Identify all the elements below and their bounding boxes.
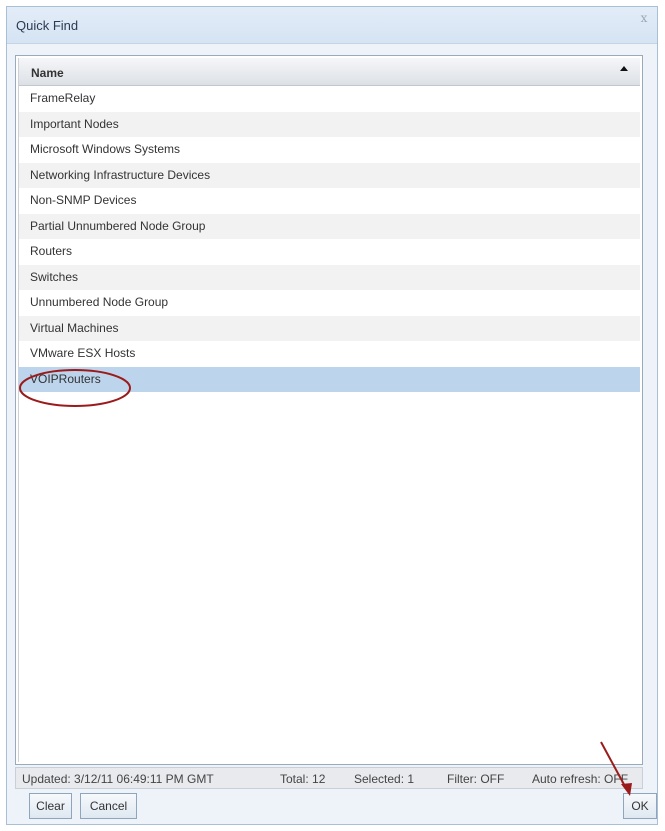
clear-button[interactable]: Clear bbox=[29, 793, 72, 819]
grid-row[interactable]: Networking Infrastructure Devices bbox=[19, 162, 640, 188]
grid-row[interactable]: FrameRelay bbox=[19, 86, 640, 112]
grid-row[interactable]: VMware ESX Hosts bbox=[19, 341, 640, 367]
grid-body: Name FrameRelay Important Nodes Microsoft … bbox=[18, 58, 640, 762]
sort-ascending-icon[interactable] bbox=[620, 66, 628, 71]
cancel-button[interactable]: Cancel bbox=[80, 793, 137, 819]
close-icon[interactable]: x bbox=[637, 12, 651, 26]
grid-row[interactable]: Microsoft Windows Systems bbox=[19, 137, 640, 163]
name-grid: Name FrameRelay Important Nodes Microsoft … bbox=[15, 55, 643, 765]
grid-row[interactable]: Important Nodes bbox=[19, 111, 640, 137]
status-auto-refresh: Auto refresh: OFF bbox=[532, 772, 629, 786]
ok-button[interactable]: OK bbox=[623, 793, 657, 819]
dialog-title-bar[interactable]: Quick Find x bbox=[7, 7, 657, 44]
grid-row[interactable]: Unnumbered Node Group bbox=[19, 290, 640, 316]
status-bar: Updated: 3/12/11 06:49:11 PM GMT Total: … bbox=[15, 767, 643, 789]
grid-row[interactable]: Virtual Machines bbox=[19, 315, 640, 341]
grid-rows: FrameRelay Important Nodes Microsoft Windo… bbox=[19, 86, 640, 392]
grid-row[interactable]: Partial Unnumbered Node Group bbox=[19, 213, 640, 239]
name-column-header[interactable]: Name bbox=[19, 58, 640, 86]
grid-row[interactable]: Routers bbox=[19, 239, 640, 265]
grid-row[interactable]: VOIPRouters bbox=[19, 366, 640, 392]
status-filter: Filter: OFF bbox=[447, 772, 505, 786]
dialog-title: Quick Find bbox=[16, 18, 79, 33]
name-column-label: Name bbox=[31, 66, 64, 80]
grid-row[interactable]: Switches bbox=[19, 264, 640, 290]
status-selected: Selected: 1 bbox=[354, 772, 415, 786]
grid-row[interactable]: Non-SNMP Devices bbox=[19, 188, 640, 214]
status-total: Total: 12 bbox=[280, 772, 326, 786]
status-updated: Updated: 3/12/11 06:49:11 PM GMT bbox=[22, 772, 214, 786]
